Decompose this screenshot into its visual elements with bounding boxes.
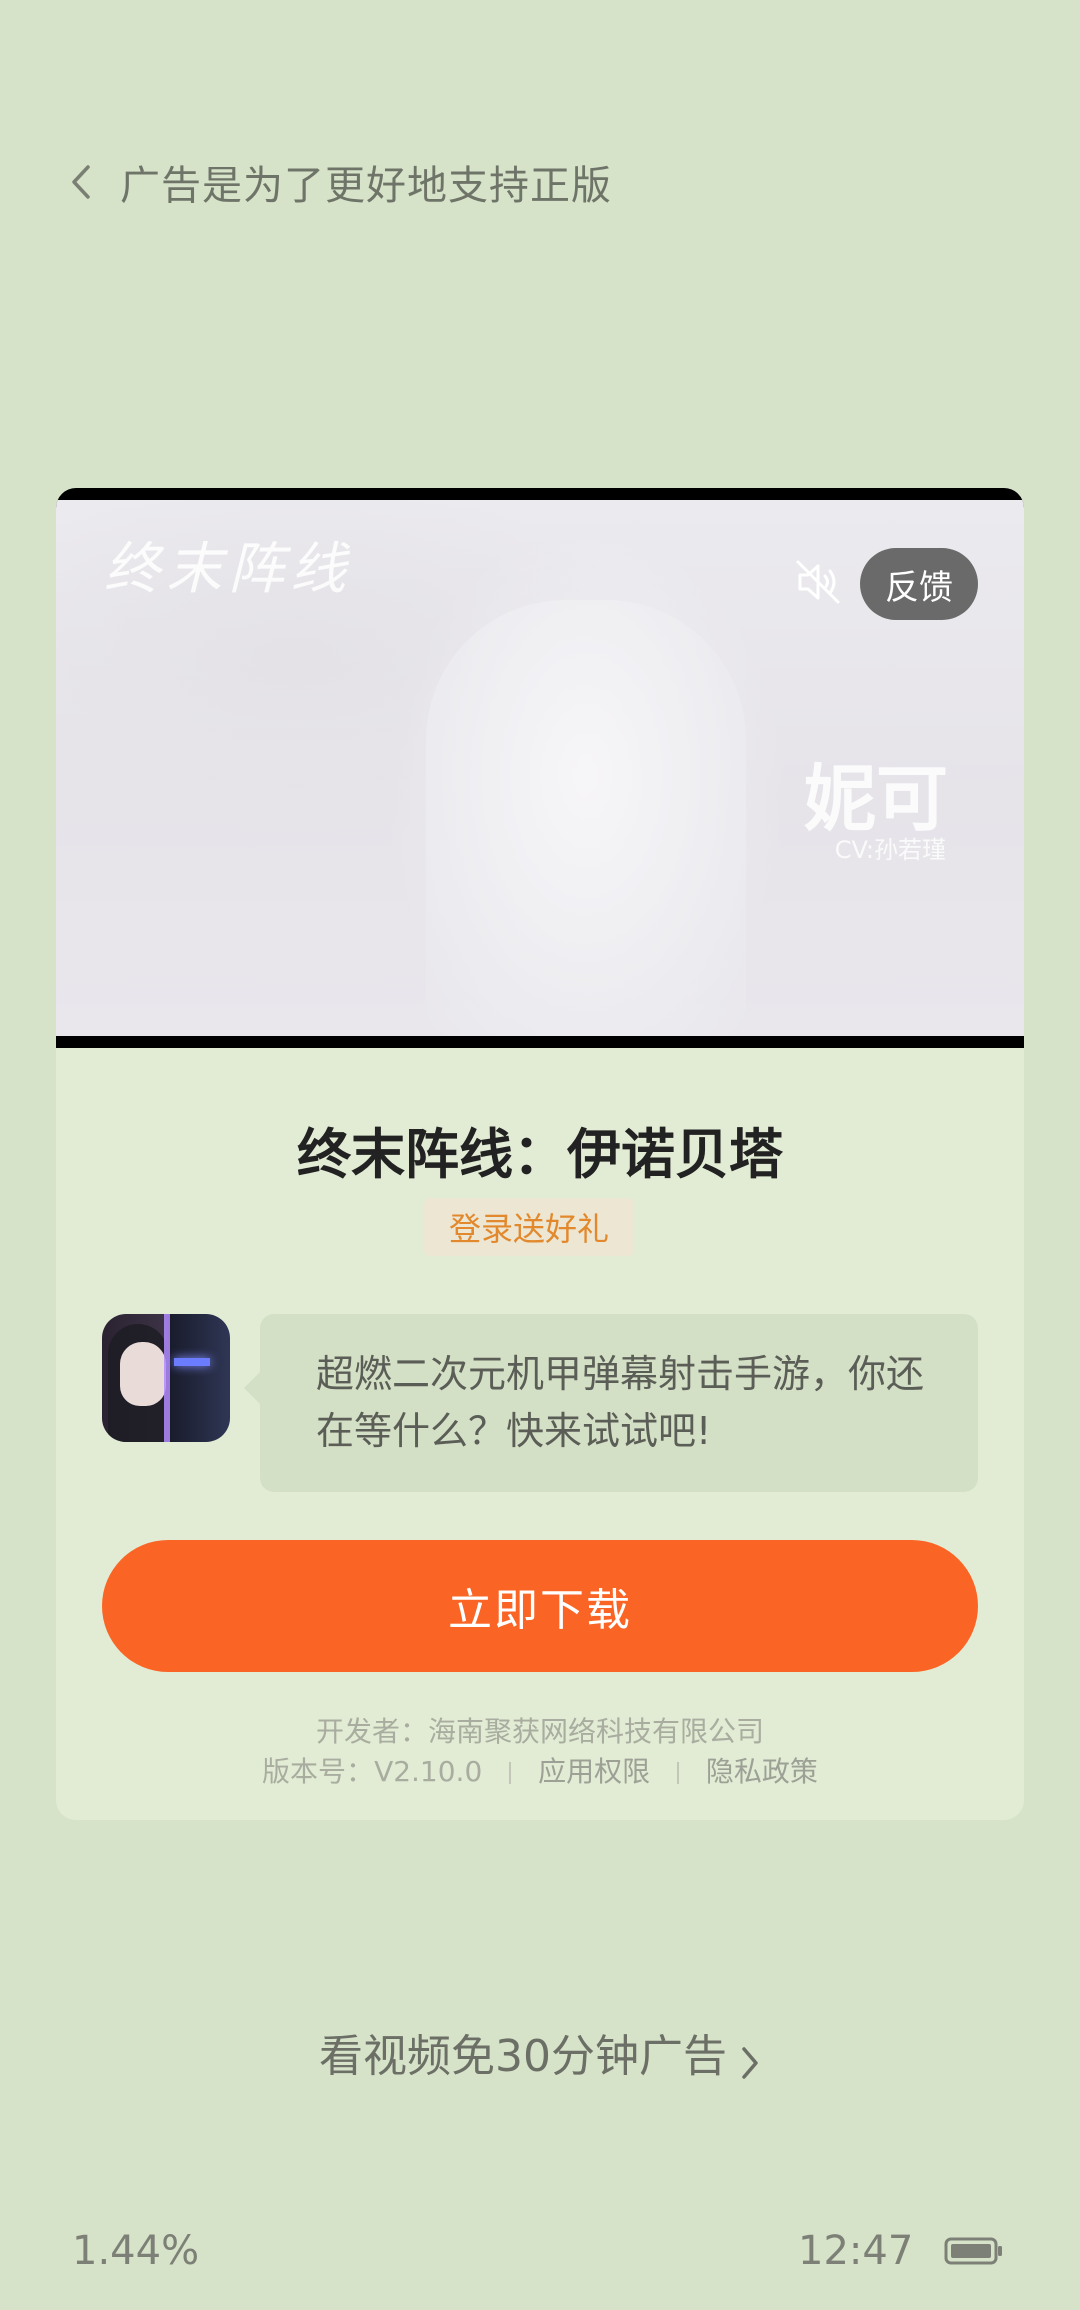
app-icon[interactable] — [102, 1314, 230, 1442]
ad-video[interactable]: 终末阵线 妮可 CV:孙若瑾 反馈 — [56, 488, 1024, 1048]
developer-name: 海南聚获网络科技有限公司 — [428, 1715, 765, 1748]
watch-video-label: 看视频免30分钟广告 — [319, 2031, 727, 2082]
version-value: V2.10.0 — [374, 1755, 483, 1788]
app-icon-face — [120, 1342, 166, 1406]
meta-divider — [509, 1762, 512, 1784]
app-icon-stripe — [164, 1314, 170, 1442]
ad-card: 终末阵线 妮可 CV:孙若瑾 反馈 终末阵线：伊诺贝塔 登录送好礼 超燃二次元机… — [56, 488, 1024, 1820]
version-label: 版本号： — [262, 1755, 375, 1788]
meta-divider — [677, 1762, 680, 1784]
battery-icon — [944, 2236, 1004, 2266]
developer-info: 开发者：海南聚获网络科技有限公司 — [56, 1710, 1024, 1750]
status-bar-time: 12:47 — [798, 2228, 914, 2274]
promo-badge: 登录送好礼 — [424, 1198, 634, 1256]
chevron-right-icon — [739, 2041, 761, 2079]
video-game-logo: 终末阵线 — [104, 537, 352, 602]
back-chevron-icon[interactable] — [66, 162, 96, 202]
page-title: 广告是为了更好地支持正版 — [120, 163, 612, 209]
app-icon-visor — [174, 1358, 210, 1366]
volume-mute-icon[interactable] — [790, 554, 846, 610]
video-frame: 终末阵线 妮可 CV:孙若瑾 反馈 — [56, 500, 1024, 1036]
privacy-policy-link[interactable]: 隐私政策 — [706, 1755, 818, 1788]
video-character-figure — [426, 600, 746, 1036]
description-bubble: 超燃二次元机甲弹幕射击手游，你还在等什么？快来试试吧! — [244, 1314, 978, 1492]
app-meta-info: 版本号：V2.10.0 应用权限 隐私政策 — [56, 1750, 1024, 1790]
watch-video-skip-ads-link[interactable]: 看视频免30分钟广告 — [0, 2020, 1080, 2084]
download-button[interactable]: 立即下载 — [102, 1540, 978, 1672]
permissions-link[interactable]: 应用权限 — [538, 1755, 650, 1788]
feedback-button[interactable]: 反馈 — [860, 548, 978, 620]
status-bar-left-text: 1.44% — [72, 2228, 200, 2274]
developer-label: 开发者： — [315, 1715, 428, 1748]
header-bar: 广告是为了更好地支持正版 — [66, 150, 612, 214]
video-caption-cv: CV:孙若瑾 — [834, 836, 946, 864]
app-name: 终末阵线：伊诺贝塔 — [297, 1123, 783, 1186]
